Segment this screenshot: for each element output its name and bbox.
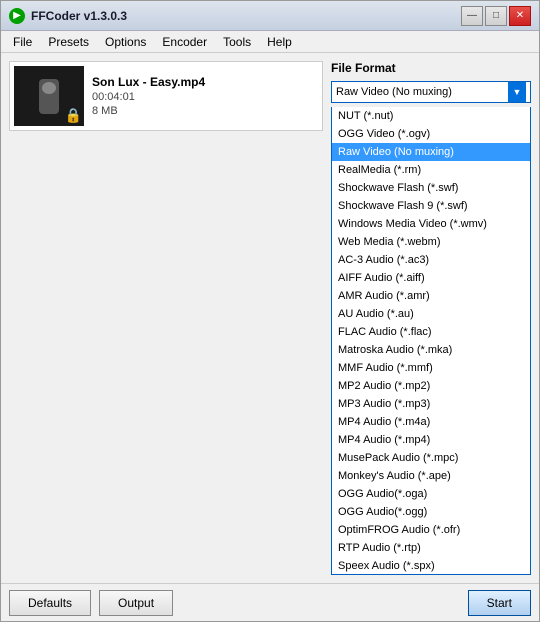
menu-file[interactable]: File	[5, 31, 40, 52]
format-option-17[interactable]: MP4 Audio (*.m4a)	[332, 413, 530, 431]
menu-presets[interactable]: Presets	[40, 31, 97, 52]
file-duration: 00:04:01	[92, 91, 205, 103]
menu-tools[interactable]: Tools	[215, 31, 259, 52]
format-option-8[interactable]: AC-3 Audio (*.ac3)	[332, 251, 530, 269]
output-button[interactable]: Output	[99, 590, 173, 616]
menu-options[interactable]: Options	[97, 31, 154, 52]
file-name: Son Lux - Easy.mp4	[92, 75, 205, 89]
title-bar-buttons: — □ ✕	[461, 6, 531, 26]
format-option-4[interactable]: Shockwave Flash (*.swf)	[332, 179, 530, 197]
thumbnail-figure	[39, 79, 59, 114]
main-window: ▶ FFCoder v1.3.0.3 — □ ✕ File Presets Op…	[0, 0, 540, 622]
format-option-19[interactable]: MusePack Audio (*.mpc)	[332, 449, 530, 467]
file-details: Son Lux - Easy.mp4 00:04:01 8 MB	[92, 75, 205, 117]
right-panel: File Format Raw Video (No muxing) ▼ NUT …	[331, 61, 531, 575]
format-option-13[interactable]: Matroska Audio (*.mka)	[332, 341, 530, 359]
menu-encoder[interactable]: Encoder	[154, 31, 215, 52]
format-option-10[interactable]: AMR Audio (*.amr)	[332, 287, 530, 305]
format-list: NUT (*.nut)OGG Video (*.ogv)Raw Video (N…	[331, 107, 531, 575]
format-option-12[interactable]: FLAC Audio (*.flac)	[332, 323, 530, 341]
dropdown-arrow-icon: ▼	[508, 82, 526, 102]
file-format-dropdown[interactable]: Raw Video (No muxing) ▼	[331, 81, 531, 103]
bottom-bar: Defaults Output Start	[1, 583, 539, 621]
format-option-1[interactable]: OGG Video (*.ogv)	[332, 125, 530, 143]
menu-help[interactable]: Help	[259, 31, 300, 52]
file-info-row: 🔒 Son Lux - Easy.mp4 00:04:01 8 MB	[9, 61, 323, 131]
format-option-22[interactable]: OGG Audio(*.ogg)	[332, 503, 530, 521]
main-content: 🔒 Son Lux - Easy.mp4 00:04:01 8 MB File …	[1, 53, 539, 583]
format-option-14[interactable]: MMF Audio (*.mmf)	[332, 359, 530, 377]
app-icon: ▶	[9, 8, 25, 24]
menu-bar: File Presets Options Encoder Tools Help	[1, 31, 539, 53]
title-bar: ▶ FFCoder v1.3.0.3 — □ ✕	[1, 1, 539, 31]
left-panel: 🔒 Son Lux - Easy.mp4 00:04:01 8 MB	[9, 61, 323, 575]
format-option-25[interactable]: Speex Audio (*.spx)	[332, 557, 530, 575]
format-option-20[interactable]: Monkey's Audio (*.ape)	[332, 467, 530, 485]
file-format-label: File Format	[331, 61, 531, 75]
format-option-2[interactable]: Raw Video (No muxing)	[332, 143, 530, 161]
lock-icon: 🔒	[65, 107, 82, 124]
format-option-7[interactable]: Web Media (*.webm)	[332, 233, 530, 251]
format-option-9[interactable]: AIFF Audio (*.aiff)	[332, 269, 530, 287]
start-button[interactable]: Start	[468, 590, 531, 616]
format-option-5[interactable]: Shockwave Flash 9 (*.swf)	[332, 197, 530, 215]
format-option-0[interactable]: NUT (*.nut)	[332, 107, 530, 125]
close-button[interactable]: ✕	[509, 6, 531, 26]
minimize-button[interactable]: —	[461, 6, 483, 26]
dropdown-selected-text: Raw Video (No muxing)	[336, 86, 508, 98]
title-bar-text: FFCoder v1.3.0.3	[31, 9, 461, 23]
file-size: 8 MB	[92, 105, 205, 117]
format-option-16[interactable]: MP3 Audio (*.mp3)	[332, 395, 530, 413]
thumbnail: 🔒	[14, 66, 84, 126]
maximize-button[interactable]: □	[485, 6, 507, 26]
format-option-23[interactable]: OptimFROG Audio (*.ofr)	[332, 521, 530, 539]
format-option-6[interactable]: Windows Media Video (*.wmv)	[332, 215, 530, 233]
format-option-11[interactable]: AU Audio (*.au)	[332, 305, 530, 323]
format-option-15[interactable]: MP2 Audio (*.mp2)	[332, 377, 530, 395]
format-option-18[interactable]: MP4 Audio (*.mp4)	[332, 431, 530, 449]
format-option-21[interactable]: OGG Audio(*.oga)	[332, 485, 530, 503]
format-option-24[interactable]: RTP Audio (*.rtp)	[332, 539, 530, 557]
format-option-3[interactable]: RealMedia (*.rm)	[332, 161, 530, 179]
defaults-button[interactable]: Defaults	[9, 590, 91, 616]
